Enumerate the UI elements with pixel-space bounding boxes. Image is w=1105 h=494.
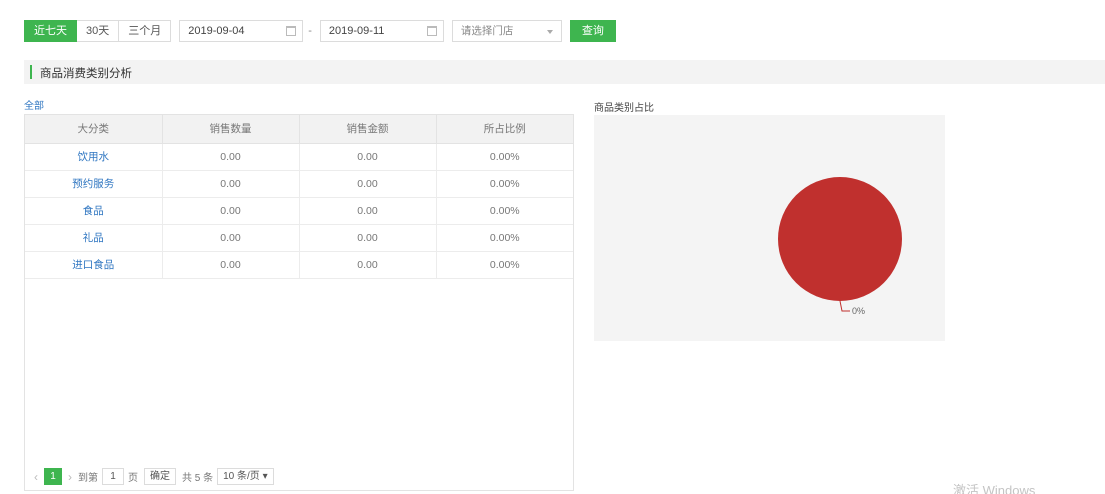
category-link[interactable]: 礼品 [25,224,163,252]
category-link[interactable]: 饮用水 [25,143,163,171]
end-date-input[interactable]: 2019-09-11 [319,20,444,42]
store-select[interactable]: 请选择门店 [451,20,562,42]
goto-confirm-button[interactable]: 确定 [144,468,176,485]
end-date-value: 2019-09-11 [328,25,385,37]
pie-chart: 0% [778,177,902,316]
filter-bar: 近七天 30天 三个月 2019-09-04 - 2019-09-11 请选择门… [24,19,616,43]
column-header-ratio: 所占比例 [436,115,573,144]
page-unit-label: 页 [128,473,138,484]
category-table: 大分类 销售数量 销售金额 所占比例 饮用水 0.00 0.00 0.00% 预… [25,115,573,279]
all-categories-link[interactable]: 全部 [24,97,44,112]
calendar-icon [426,26,437,36]
category-link[interactable]: 进口食品 [25,251,163,279]
pagination: ‹ 1 › 到第 1 页 确定 共 5 条 10 条/页 ▾ [34,468,274,485]
quantity-cell: 0.00 [162,197,300,225]
amount-cell: 0.00 [299,170,437,198]
table-row: 进口食品 0.00 0.00 0.00% [25,251,573,279]
date-range-toggle: 近七天 30天 三个月 [24,20,172,42]
quantity-cell: 0.00 [162,224,300,252]
ratio-cell: 0.00% [436,170,573,198]
pie-label-leader-line [839,300,850,312]
page-number-current[interactable]: 1 [44,468,62,485]
table-row: 食品 0.00 0.00 0.00% [25,197,573,225]
store-select-placeholder: 请选择门店 [460,25,514,37]
prev-page-icon[interactable]: ‹ [34,470,38,484]
amount-cell: 0.00 [299,224,437,252]
next-page-icon[interactable]: › [68,470,72,484]
goto-page-input[interactable]: 1 [102,468,124,485]
total-count: 共 5 条 [182,473,214,484]
goto-label: 到第 [78,473,98,484]
start-date-input[interactable]: 2019-09-04 [179,20,304,42]
ratio-cell: 0.00% [436,251,573,279]
table-row: 饮用水 0.00 0.00 0.00% [25,143,573,171]
quantity-cell: 0.00 [162,170,300,198]
table-row: 预约服务 0.00 0.00 0.00% [25,170,573,198]
start-date-value: 2019-09-04 [188,25,245,37]
amount-cell: 0.00 [299,143,437,171]
table-header-row: 大分类 销售数量 销售金额 所占比例 [25,115,573,144]
chart-panel: 0% [594,115,945,341]
column-header-quantity: 销售数量 [162,115,300,144]
section-header: 商品消费类别分析 [24,60,1105,84]
date-separator: - [308,25,312,37]
column-header-category: 大分类 [25,115,163,144]
amount-cell: 0.00 [299,251,437,279]
range-30-days-button[interactable]: 30天 [77,20,120,42]
category-table-panel: 大分类 销售数量 销售金额 所占比例 饮用水 0.00 0.00 0.00% 预… [24,114,574,491]
quantity-cell: 0.00 [162,143,300,171]
category-link[interactable]: 食品 [25,197,163,225]
quantity-cell: 0.00 [162,251,300,279]
table-row: 礼品 0.00 0.00 0.00% [25,224,573,252]
section-title: 商品消费类别分析 [40,68,132,80]
chevron-down-icon [546,30,553,34]
ratio-cell: 0.00% [436,224,573,252]
category-link[interactable]: 预约服务 [25,170,163,198]
section-accent-bar [30,65,32,79]
chart-title: 商品类别占比 [594,103,654,114]
pie-slice-label: 0% [852,306,865,316]
calendar-icon [286,26,297,36]
column-header-amount: 销售金额 [299,115,437,144]
range-3-months-button[interactable]: 三个月 [119,20,172,42]
page-size-select[interactable]: 10 条/页 ▾ [217,468,274,485]
ratio-cell: 0.00% [436,143,573,171]
range-7-days-button[interactable]: 近七天 [24,20,77,42]
windows-activation-watermark: 激活 Windows [953,483,1036,494]
amount-cell: 0.00 [299,197,437,225]
pie-slice[interactable] [778,177,902,301]
ratio-cell: 0.00% [436,197,573,225]
query-button[interactable]: 查询 [569,20,616,42]
